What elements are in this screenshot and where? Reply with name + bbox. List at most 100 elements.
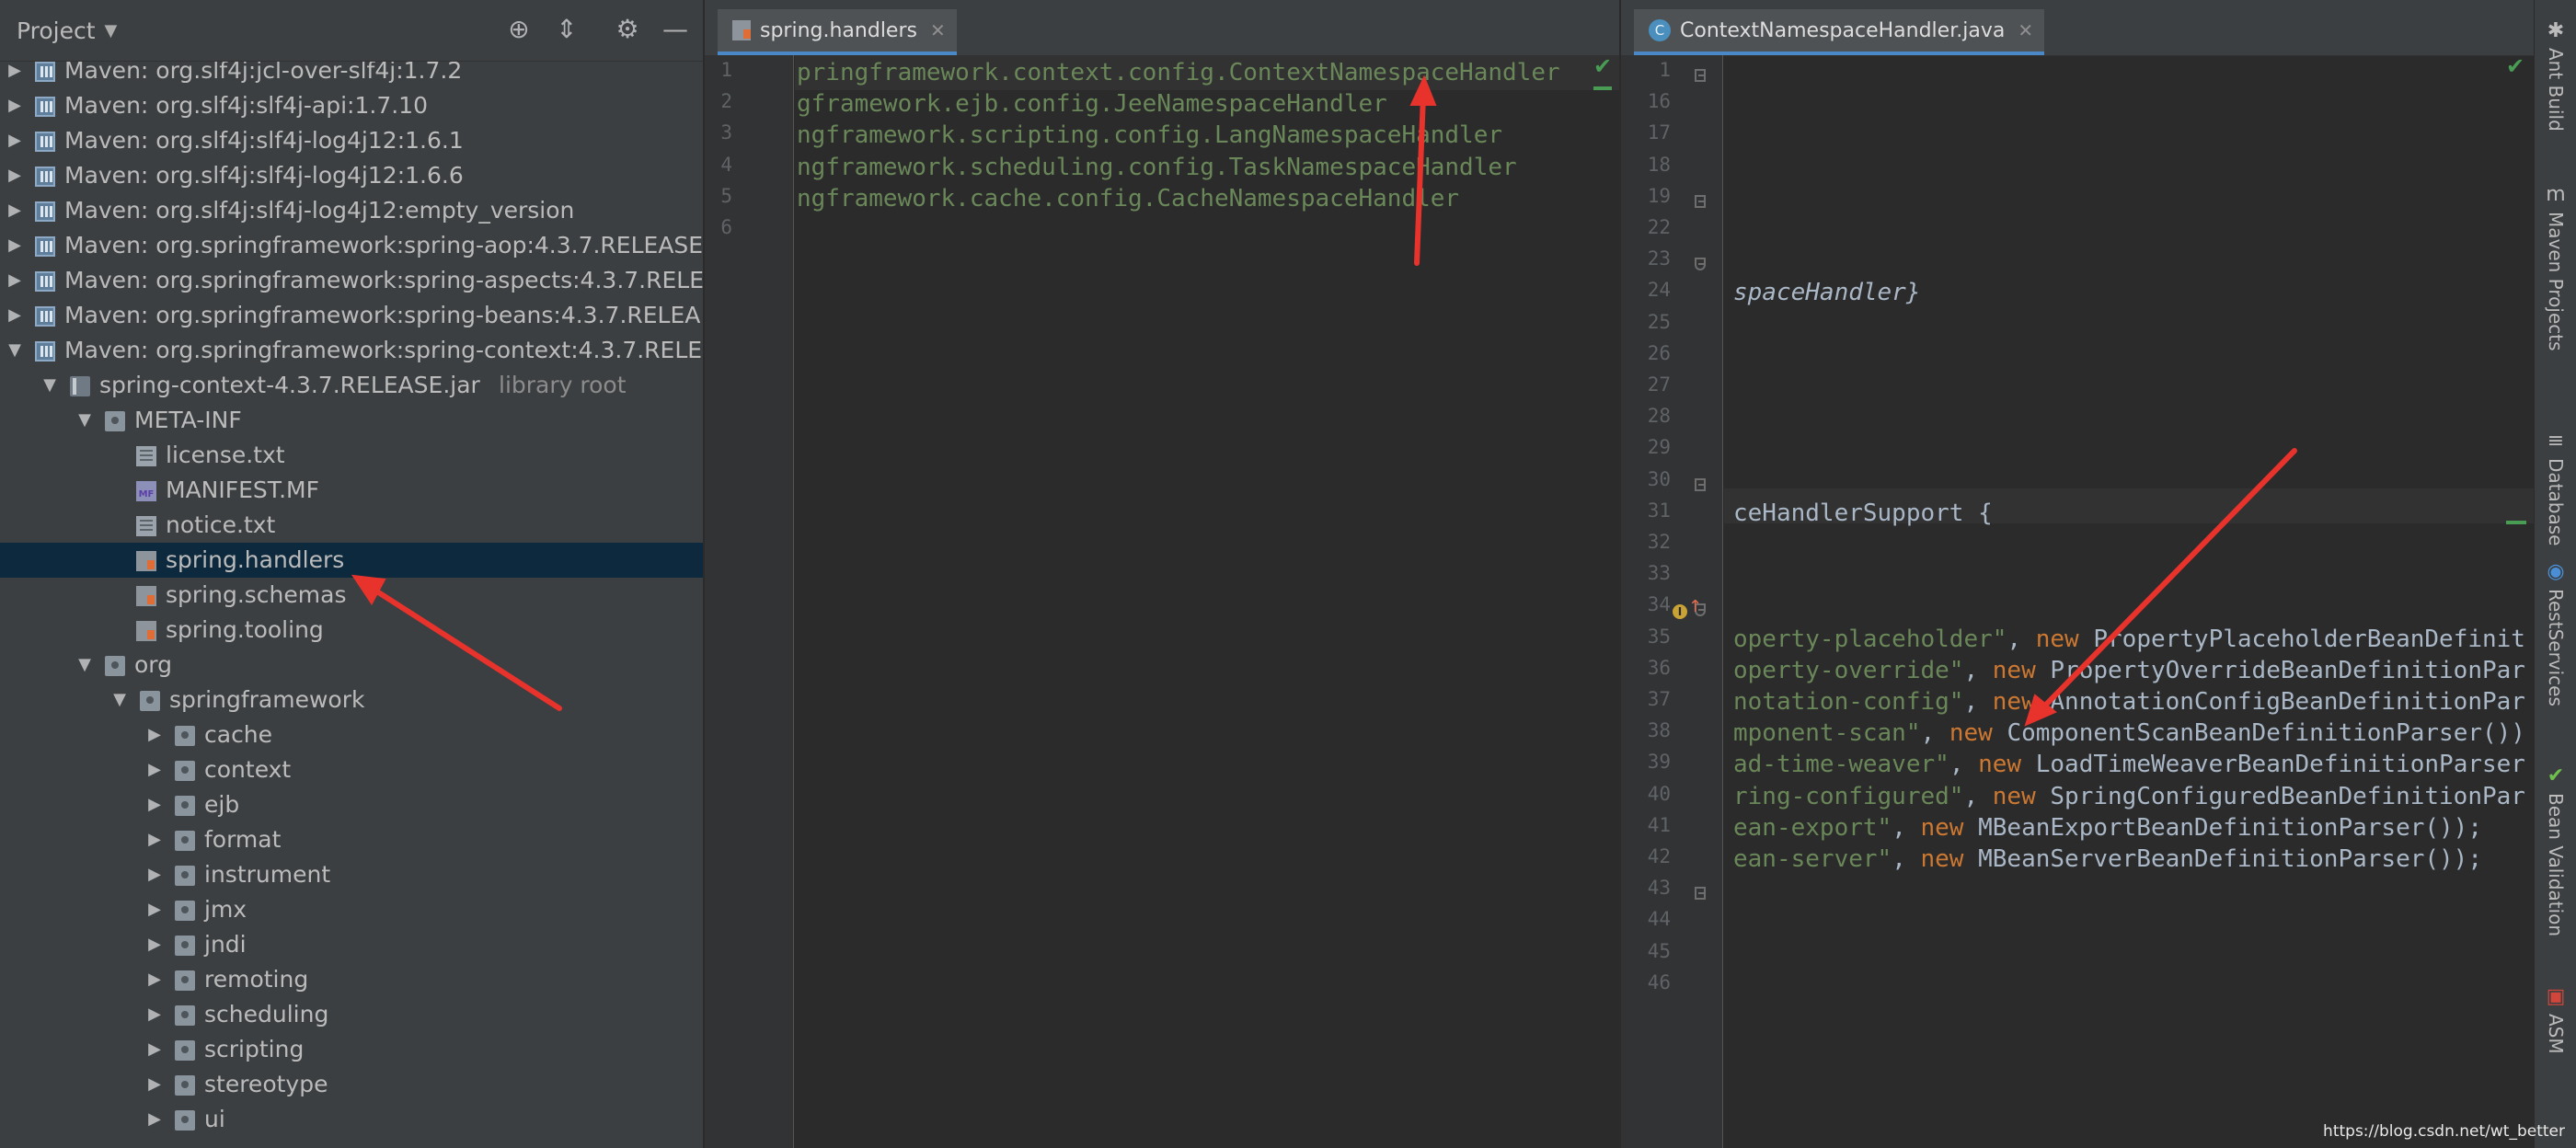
code-token: new	[2035, 625, 2094, 653]
code-token: PropertyOverrideBeanDefinitionPar	[2050, 656, 2525, 684]
tree-item[interactable]: ▶ context	[0, 752, 703, 787]
chevron-right-icon[interactable]: ▶	[145, 1102, 164, 1137]
collapse-all-icon[interactable]: ⇕	[550, 13, 583, 46]
chevron-right-icon[interactable]: ▶	[145, 857, 164, 892]
gear-icon[interactable]: ⚙	[611, 13, 644, 46]
chevron-down-icon[interactable]: ▼	[75, 403, 94, 438]
code-line: operty-override", new PropertyOverrideBe…	[1733, 657, 2525, 684]
fold-marker-icon[interactable]	[1695, 194, 1706, 208]
line-number: 43	[1647, 877, 1671, 900]
tree-item[interactable]: spring.tooling	[0, 613, 703, 648]
tree-item[interactable]: ▶ scripting	[0, 1032, 703, 1067]
chevron-right-icon[interactable]: ▶	[6, 298, 24, 333]
tool-window-rest-services[interactable]: ◉ RestServices	[2535, 561, 2576, 706]
tool-window-maven-projects[interactable]: m Maven Projects	[2535, 184, 2576, 351]
tab-spring-handlers[interactable]: spring.handlers ✕	[718, 9, 957, 55]
tree-item[interactable]: ▼ META-INF	[0, 403, 703, 438]
chevron-right-icon[interactable]: ▶	[6, 158, 24, 193]
tree-item[interactable]: spring.schemas	[0, 578, 703, 613]
tree-item-label: Maven: org.springframework:spring-contex…	[64, 337, 703, 363]
tab-label: ContextNamespaceHandler.java	[1680, 18, 2006, 42]
tree-item[interactable]: ▶ ui	[0, 1102, 703, 1137]
code-token: ,	[1920, 719, 1949, 748]
chevron-down-icon[interactable]: ▼	[6, 333, 24, 368]
chevron-right-icon[interactable]: ▶	[145, 787, 164, 822]
tool-window-bean-validation[interactable]: ✔ Bean Validation	[2535, 765, 2576, 937]
tree-item[interactable]: ▶ Maven: org.springframework:spring-beans…	[0, 298, 703, 333]
chevron-right-icon[interactable]: ▶	[145, 718, 164, 752]
code-token: MBeanServerBeanDefinitionParser());	[1978, 845, 2482, 873]
tree-item[interactable]: ▶ remoting	[0, 962, 703, 997]
minimize-icon[interactable]: —	[659, 13, 692, 46]
implements-method-icon[interactable]: I	[1673, 604, 1687, 620]
tree-item[interactable]: ▶ format	[0, 822, 703, 857]
tree-item[interactable]: ▶ instrument	[0, 857, 703, 892]
chevron-right-icon[interactable]: ▶	[145, 997, 164, 1032]
tree-item[interactable]: license.txt	[0, 438, 703, 473]
chevron-right-icon[interactable]: ▶	[145, 1067, 164, 1102]
inspection-ok-icon[interactable]: ✔	[2506, 53, 2524, 79]
tree-item[interactable]: ▶ Maven: org.slf4j:slf4j-api:1.7.10	[0, 88, 703, 123]
tree-item[interactable]: ▶ stereotype	[0, 1067, 703, 1102]
fold-marker-icon[interactable]	[1695, 887, 1706, 901]
locate-target-icon[interactable]: ⊕	[502, 13, 535, 46]
chevron-right-icon[interactable]: ▶	[6, 263, 24, 298]
chevron-right-icon[interactable]: ▶	[6, 88, 24, 123]
fold-marker-icon[interactable]	[1695, 69, 1706, 82]
properties-file-icon	[732, 20, 751, 40]
change-marker	[2506, 521, 2526, 524]
tree-item-label: spring-context-4.3.7.RELEASE.jar	[99, 372, 480, 398]
tree-item[interactable]: ▶ jndi	[0, 927, 703, 962]
right-tool-strip: ✱ Ant Build m Maven Projects ≡ Database ◉ RestS…	[2534, 0, 2576, 1148]
code-token: new	[1992, 782, 2051, 810]
tree-item[interactable]: ▶ Maven: org.slf4j:slf4j-log4j12:1.6.1	[0, 123, 703, 158]
folder-icon	[175, 796, 195, 816]
tree-item[interactable]: ▶ Maven: org.slf4j:slf4j-log4j12:1.6.6	[0, 158, 703, 193]
chevron-down-icon[interactable]: ▼	[105, 21, 118, 40]
project-panel-title[interactable]: Project	[17, 17, 96, 44]
line-number: 5	[720, 184, 732, 207]
tool-window-database[interactable]: ≡ Database	[2535, 430, 2576, 546]
chevron-down-icon[interactable]: ▼	[40, 368, 59, 403]
line-number: 32	[1647, 531, 1671, 553]
tree-item[interactable]: spring.handlers	[0, 543, 703, 578]
tree-item-label: spring.handlers	[166, 546, 345, 573]
tree-item[interactable]: ▼ spring-context-4.3.7.RELEASE.jar library…	[0, 368, 703, 403]
tree-item[interactable]: ▶ Maven: org.slf4j:slf4j-log4j12:empty_ve…	[0, 193, 703, 228]
tree-item[interactable]: ▶ scheduling	[0, 997, 703, 1032]
chevron-right-icon[interactable]: ▶	[6, 123, 24, 158]
jar-icon	[70, 376, 90, 396]
chevron-right-icon[interactable]: ▶	[145, 1032, 164, 1067]
chevron-right-icon[interactable]: ▶	[145, 962, 164, 997]
tree-item[interactable]: ▶ Maven: org.springframework:spring-aop:4…	[0, 228, 703, 263]
chevron-right-icon[interactable]: ▶	[145, 892, 164, 927]
folder-icon	[175, 1075, 195, 1096]
chevron-right-icon[interactable]: ▶	[145, 927, 164, 962]
maven-library-icon	[35, 271, 55, 292]
tree-item[interactable]: ▶ jmx	[0, 892, 703, 927]
chevron-down-icon[interactable]: ▼	[75, 648, 94, 683]
chevron-right-icon[interactable]: ▶	[6, 228, 24, 263]
fold-marker-icon[interactable]	[1695, 258, 1706, 271]
close-icon[interactable]: ✕	[930, 19, 946, 41]
tool-window-ant-build[interactable]: ✱ Ant Build	[2535, 20, 2576, 132]
tool-window-label: Database	[2545, 458, 2567, 546]
chevron-down-icon[interactable]: ▼	[110, 683, 129, 718]
tree-item[interactable]: ▼ org	[0, 648, 703, 683]
tree-item[interactable]: ▶ Maven: org.springframework:spring-aspec…	[0, 263, 703, 298]
tree-item[interactable]: ▶ cache	[0, 718, 703, 752]
tree-item[interactable]: notice.txt	[0, 508, 703, 543]
close-icon[interactable]: ✕	[2018, 19, 2033, 41]
tree-item[interactable]: MF MANIFEST.MF	[0, 473, 703, 508]
tree-item[interactable]: ▶ ejb	[0, 787, 703, 822]
tree-item[interactable]: ▼ Maven: org.springframework:spring-conte…	[0, 333, 703, 368]
properties-file-icon	[136, 586, 156, 606]
chevron-right-icon[interactable]: ▶	[145, 752, 164, 787]
line-number: 19	[1647, 184, 1671, 207]
chevron-right-icon[interactable]: ▶	[145, 822, 164, 857]
fold-marker-icon[interactable]	[1695, 477, 1706, 491]
tab-context-namespace-handler[interactable]: C ContextNamespaceHandler.java ✕	[1634, 9, 2045, 55]
chevron-right-icon[interactable]: ▶	[6, 193, 24, 228]
tree-item[interactable]: ▼ springframework	[0, 683, 703, 718]
tool-window-asm[interactable]: ▣ ASM	[2535, 986, 2576, 1054]
